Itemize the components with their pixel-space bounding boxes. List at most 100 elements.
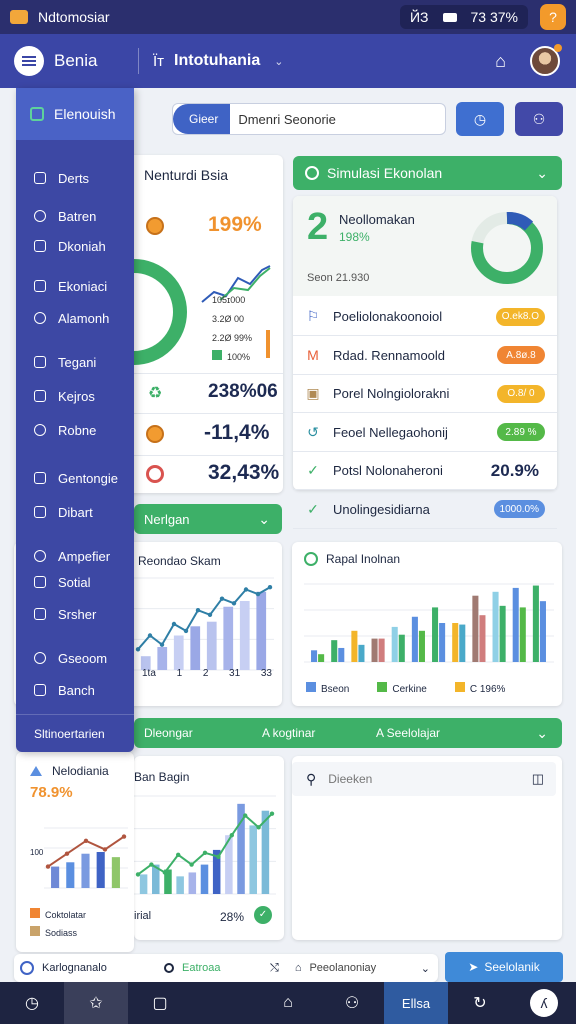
sidebar-item[interactable]: Robne: [16, 418, 134, 442]
footer-mid[interactable]: Eatroaa: [182, 962, 242, 974]
sidebar-item[interactable]: Ekoniaci: [16, 274, 134, 298]
legend-item: Sodiass: [30, 924, 86, 942]
sim-row[interactable]: ✓ Potsl Nolonaheroni 20.9%: [293, 452, 557, 490]
status-time: 73 37%: [470, 9, 518, 25]
chart-point: [183, 628, 189, 634]
x-tick-label: 1ta: [142, 668, 156, 679]
nav-active-tab[interactable]: Ellsa: [384, 982, 448, 1024]
sidebar-icon: [34, 280, 46, 292]
page-title: Intotuhania: [174, 52, 261, 69]
sidebar-item-label: Robne: [58, 422, 97, 438]
sidebar-item-label: Srsher: [58, 606, 97, 622]
sidebar-footer[interactable]: Sltinoertarien: [16, 714, 134, 752]
home-nav-icon[interactable]: ⌂: [256, 982, 320, 1024]
wide-header-right[interactable]: A Seelolajar: [376, 726, 440, 740]
sidebar-item-active[interactable]: Elenouish: [16, 88, 134, 140]
bag-icon[interactable]: ◫: [532, 771, 544, 787]
chart-point: [207, 612, 213, 617]
sidebar-item[interactable]: Dkoniah: [16, 234, 134, 258]
sidebar-item-label: Sotial: [58, 574, 91, 590]
chevron-down-icon[interactable]: ⌄: [536, 165, 548, 182]
wide-header[interactable]: Dleongar A kogtinar A Seelolajar ⌄: [134, 718, 562, 748]
simulation-header[interactable]: Simulasi Ekonolan ⌄: [293, 156, 562, 190]
refresh-nav-icon[interactable]: ↻: [448, 982, 512, 1024]
chevron-down-icon[interactable]: ⌄: [258, 511, 270, 528]
user-button[interactable]: ⚇: [515, 102, 563, 136]
search-filter-tag[interactable]: Gieer: [173, 104, 231, 134]
bell-icon[interactable]: ⌂: [495, 51, 506, 72]
chart-bottom-pct: 28%: [220, 910, 245, 924]
small-card-pct: 78.9%: [30, 784, 73, 801]
sim-row[interactable]: ↺ Feoel Nellegaohonij 2.89 %: [293, 414, 557, 452]
wide-header-left[interactable]: Dleongar: [144, 726, 244, 740]
sidebar-item[interactable]: Tegani: [16, 350, 134, 374]
chart-point: [135, 872, 141, 877]
sidebar-item[interactable]: Sotial: [16, 570, 134, 594]
sidebar-item[interactable]: Alamonh: [16, 306, 134, 330]
chart-bar: [358, 644, 365, 662]
sim-row[interactable]: M Rdad. Rennamoold A.8ø.8: [293, 337, 557, 375]
chart-point: [267, 585, 273, 590]
sidebar: Elenouish Derts Batren Dkoniah Ekoniaci Alam…: [16, 88, 134, 752]
chart-bar: [139, 874, 148, 894]
legend-item: Cerkine: [377, 682, 427, 695]
avatar[interactable]: [530, 44, 562, 76]
sidebar-icon: [34, 356, 46, 368]
legend-item: C 196%: [454, 682, 505, 695]
sidebar-item[interactable]: Batren: [16, 204, 134, 228]
sidebar-item[interactable]: Dibart: [16, 500, 134, 524]
brand-name: Benia: [54, 51, 98, 70]
footer-mid2[interactable]: Peeolanoniay: [309, 962, 376, 974]
row-badge: 20.9%: [490, 460, 539, 480]
chart-bar: [539, 601, 546, 662]
sidebar-item[interactable]: Srsher: [16, 602, 134, 626]
menu-logo-icon[interactable]: [14, 46, 44, 76]
search2-input[interactable]: Dieeken: [328, 772, 372, 786]
row-badge: 1000.0%: [493, 500, 545, 518]
sidebar-item-label: Ampefier: [58, 548, 111, 564]
sidebar-item[interactable]: Kejros: [16, 384, 134, 408]
account-nav-icon[interactable]: ʎ: [512, 982, 576, 1024]
star-nav-icon[interactable]: ✩: [64, 982, 128, 1024]
sim-row[interactable]: ⚐ Poeliolonakoonoiol O.ek8.O: [293, 298, 557, 336]
sidebar-item[interactable]: Banch: [16, 678, 134, 702]
stat-value: -11,4%: [204, 421, 270, 444]
small-chart-card: Nelodiania 78.9% 100 Coktolatar Sodiass: [16, 752, 134, 952]
chevron-down-icon[interactable]: ⌄: [421, 962, 430, 975]
primary-action-button[interactable]: ➤ Seelolanik: [445, 952, 563, 982]
search-input[interactable]: Dmenri Seonorie: [238, 112, 336, 127]
time-button[interactable]: ◷: [456, 102, 504, 136]
sidebar-icon: [34, 172, 46, 184]
app-icon: [10, 10, 28, 24]
small-card-ylabel: 100: [30, 848, 44, 857]
sim-row[interactable]: ▣ Porel Nolngiolorakni O.8/ 0: [293, 375, 557, 413]
footer-bar: Karlognanalo Eatroaa ⤭ ⌂ Peeolanoniay ⌄: [14, 954, 438, 982]
app-bar: Benia Ϊт Intotuhania ⌄ ⌂: [0, 34, 576, 88]
square-nav-icon[interactable]: ▢: [128, 982, 192, 1024]
clock-nav-icon[interactable]: ◷: [0, 982, 64, 1024]
sidebar-item[interactable]: Derts: [16, 166, 134, 190]
search-field[interactable]: Gieer Dmenri Seonorie: [172, 103, 446, 135]
chart-left-title: Reondao Skam: [138, 554, 221, 568]
alert-icon[interactable]: ?: [540, 4, 566, 30]
footer-left[interactable]: Karlognanalo: [42, 962, 152, 974]
x-tick-label: 33: [260, 668, 272, 679]
sidebar-item[interactable]: Ampefier: [16, 544, 134, 568]
wide-header-mid[interactable]: A kogtinar: [262, 726, 346, 740]
chevron-down-icon[interactable]: ⌄: [536, 725, 548, 742]
sidebar-icon: [34, 576, 46, 588]
sim-row[interactable]: ✓ Unolingesidiarna 1000.0%: [293, 491, 557, 529]
chevron-down-icon[interactable]: ⌄: [274, 55, 283, 68]
chart-point: [147, 633, 153, 638]
chart-bar: [418, 630, 425, 662]
chart-point: [135, 647, 141, 652]
nerlgan-header[interactable]: Nerlgan ⌄: [134, 504, 282, 534]
search2-field[interactable]: ⚲ Dieeken ◫: [292, 762, 556, 796]
mini-legend: 105ɪ000 3.2Ø 00 2.2Ø 99% 100%: [212, 291, 252, 367]
sidebar-item[interactable]: Gseoom: [16, 646, 134, 670]
chart-bar: [173, 635, 184, 670]
sidebar-item[interactable]: Gentongie: [16, 466, 134, 490]
chart-bar: [391, 626, 398, 662]
user-nav-icon[interactable]: ⚇: [320, 982, 384, 1024]
